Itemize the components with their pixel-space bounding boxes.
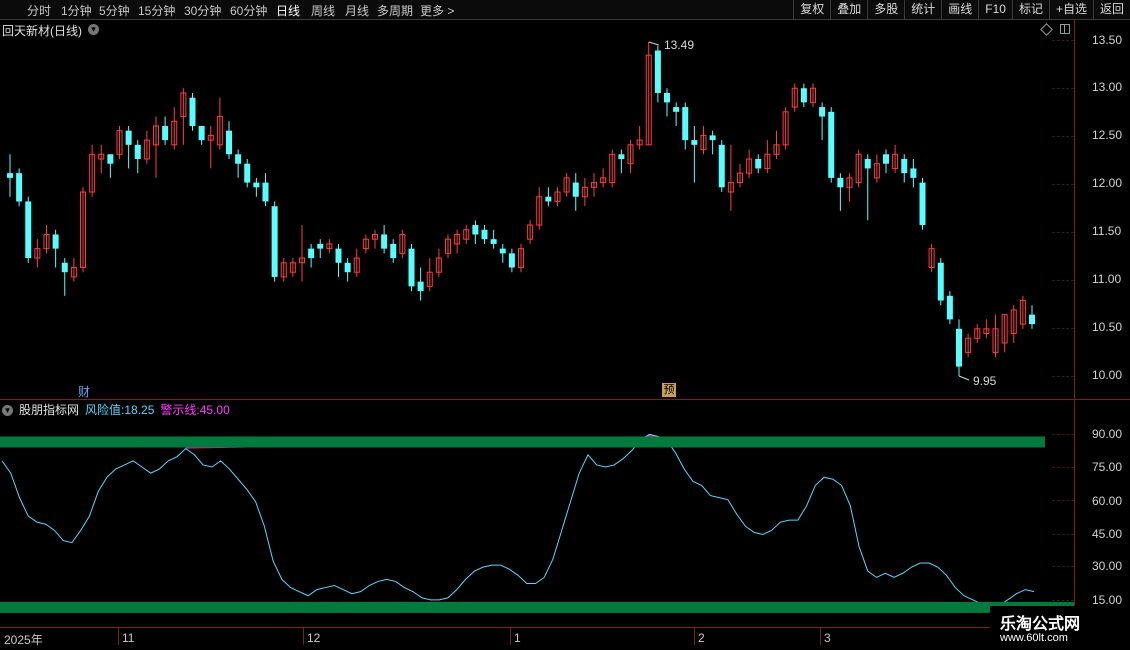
candle-body-down xyxy=(472,225,479,235)
gridline xyxy=(1052,232,1074,233)
candle-body-down xyxy=(162,125,169,141)
candle-body-down xyxy=(910,168,917,178)
gridline xyxy=(1052,328,1074,329)
gridline xyxy=(1052,88,1074,89)
candle-body-down xyxy=(937,262,944,301)
candle-body-down xyxy=(572,182,579,197)
candle-body-down xyxy=(390,243,397,259)
candle-body-down xyxy=(946,295,953,320)
candle-body-down xyxy=(691,140,698,145)
candle-body-down xyxy=(308,248,315,259)
gridline xyxy=(1052,184,1074,185)
candle-body-down xyxy=(235,154,242,164)
candle-body-down xyxy=(901,158,908,174)
candle-body-down xyxy=(7,173,13,178)
candle-body-down xyxy=(134,144,141,159)
candle-body-down xyxy=(107,154,114,164)
candle-body-down xyxy=(508,253,515,268)
candle-body-down xyxy=(253,182,260,188)
candle-body-down xyxy=(682,107,689,141)
gridline xyxy=(1052,500,1074,501)
candle-body-down xyxy=(262,182,269,202)
candle-body-down xyxy=(52,234,59,249)
candle-body-down xyxy=(381,234,388,249)
candle-body-down xyxy=(344,262,351,273)
candle-body-down xyxy=(499,248,506,254)
candle-body-down xyxy=(61,262,68,273)
candle-body-down xyxy=(317,243,324,249)
candle-body-down xyxy=(335,248,342,263)
candle-body-down xyxy=(618,154,625,159)
gridline xyxy=(1052,566,1074,567)
watermark-brand: 乐淘公式网 xyxy=(1000,616,1081,633)
candle-body-down xyxy=(16,173,23,202)
candle-body-down xyxy=(919,182,926,226)
candle-body-down xyxy=(800,88,807,103)
gridline xyxy=(1052,467,1074,468)
low-leader xyxy=(958,375,970,381)
chart-canvas[interactable] xyxy=(0,0,1130,650)
watermark-url: www.60lt.com xyxy=(1000,632,1068,644)
candle-body-down xyxy=(490,239,497,244)
candle-body-down xyxy=(837,177,844,188)
candle-body-down xyxy=(673,107,680,112)
candle-body-down xyxy=(956,328,962,367)
high-leader xyxy=(648,41,659,46)
candle-body-down xyxy=(828,111,835,178)
candle-body-down xyxy=(271,206,278,277)
candle-body-down xyxy=(1029,314,1035,325)
candle-body-down xyxy=(189,97,196,126)
candle-body-down xyxy=(654,50,661,93)
gridline xyxy=(1052,136,1074,137)
gridline xyxy=(1052,40,1074,41)
candle-body-down xyxy=(125,130,132,145)
candle-body-down xyxy=(25,201,32,259)
candle-body-down xyxy=(664,92,670,103)
candle-body-down xyxy=(819,107,826,117)
gridline xyxy=(1052,534,1074,535)
candle-body-down xyxy=(755,158,762,169)
candle-body-down xyxy=(481,229,488,240)
candle-body-down xyxy=(244,163,251,183)
gridline xyxy=(1052,376,1074,377)
gridline xyxy=(1052,600,1074,601)
candle-body-down xyxy=(864,158,871,169)
gridline xyxy=(1052,434,1074,435)
risk-line xyxy=(1,433,1035,607)
candle-body-down xyxy=(545,196,552,202)
gridline xyxy=(1052,280,1074,281)
watermark: 乐淘公式网 www.60lt.com xyxy=(990,606,1130,650)
candle-body-down xyxy=(718,144,725,188)
candle-body-down xyxy=(408,248,415,287)
candle-body-down xyxy=(883,154,889,164)
candle-body-down xyxy=(709,135,716,141)
lower-band xyxy=(0,601,1074,613)
candle-body-down xyxy=(226,130,232,155)
candle-body-down xyxy=(198,125,205,141)
upper-band xyxy=(0,436,1045,448)
candle-body-down xyxy=(417,281,424,292)
